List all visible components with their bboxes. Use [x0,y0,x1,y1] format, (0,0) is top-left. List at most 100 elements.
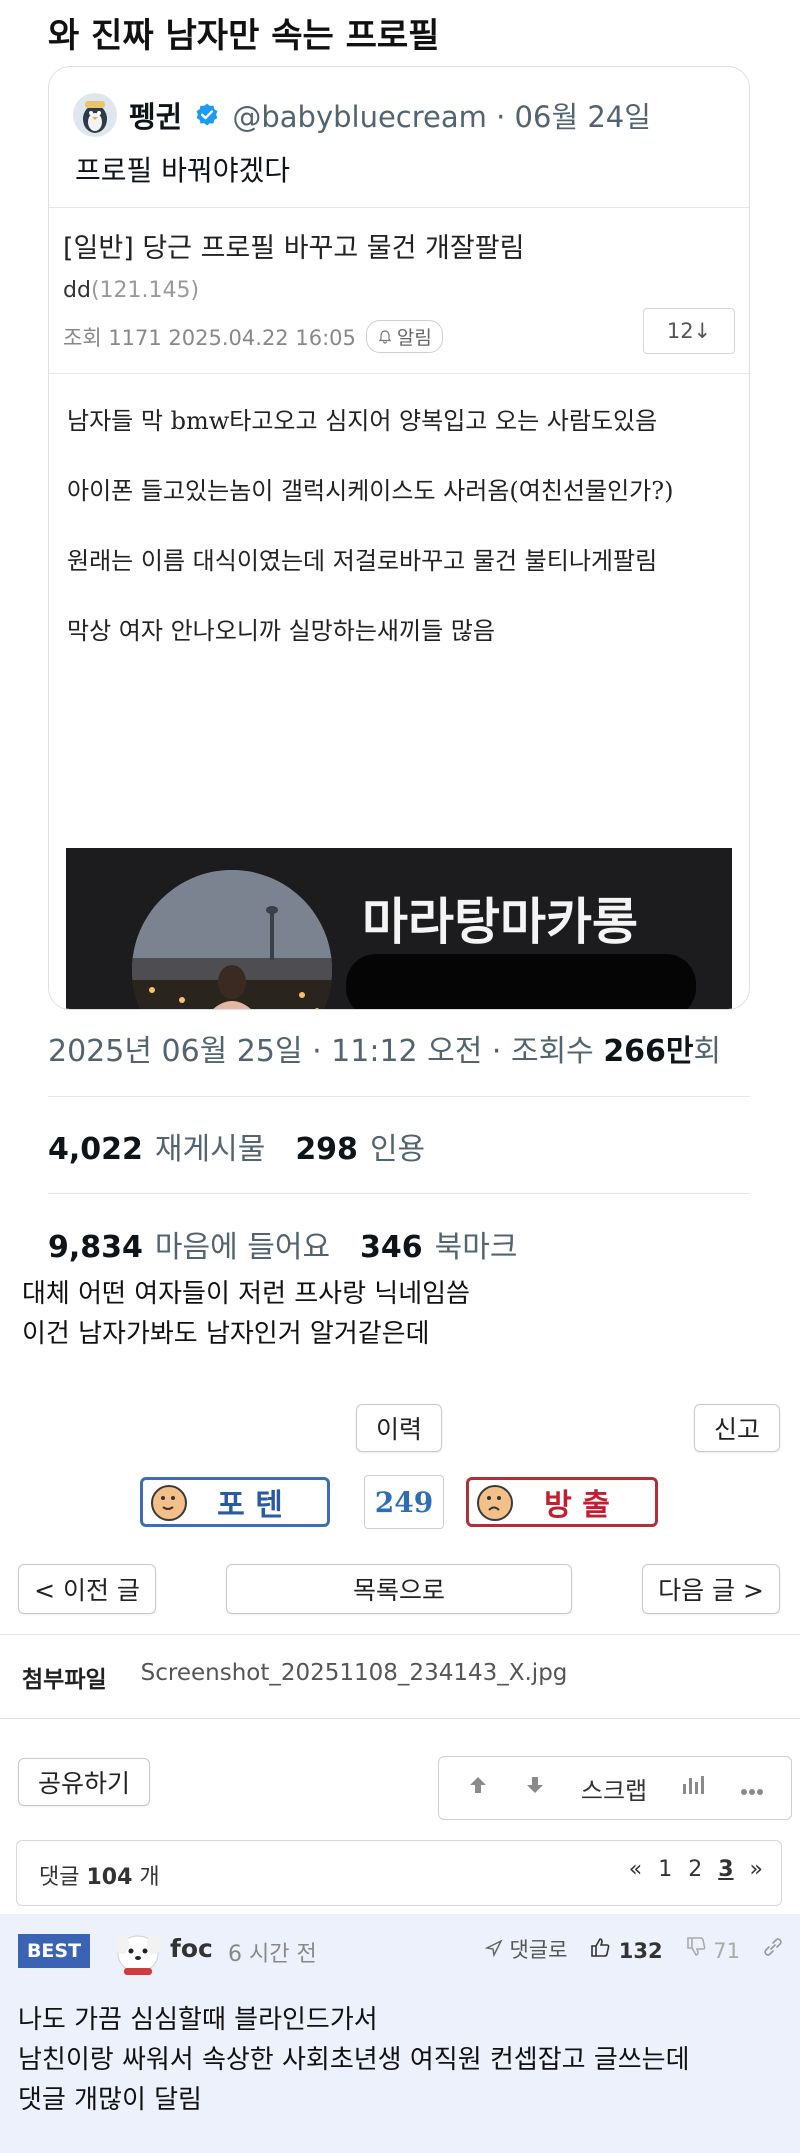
likes-count: 9,834 [48,1230,143,1265]
dog-avatar-icon[interactable] [110,1924,166,1980]
divider [0,1718,800,1719]
comment-count-box: 12↓ [643,308,735,354]
link-button[interactable] [762,1936,784,1963]
comment-count-suffix: 개 [132,1865,160,1890]
vote-down-button[interactable]: 방 출 [466,1477,658,1527]
arrow-down-icon[interactable] [523,1773,547,1804]
views-suffix: 회 [693,1034,722,1069]
bell-icon [378,329,391,344]
comment-author[interactable]: foc [170,1934,213,1963]
comment-time: 6 시간 전 [228,1942,317,1967]
profile-photo [132,870,332,1009]
comment-line: 남친이랑 싸워서 속상한 사회초년생 여직원 컨셉잡고 글쓰는데 [18,2045,690,2075]
history-button[interactable]: 이력 [356,1404,442,1452]
like-stats[interactable]: 9,834 마음에 들어요 346 북마크 [48,1222,517,1266]
thumbs-up-icon [151,1485,187,1521]
author-name: dd [63,278,91,303]
timestamp-text: 2025년 06월 25일 · 11:12 오전 · 조회수 [48,1034,604,1069]
bookmarks-stat[interactable]: 346 북마크 [360,1222,517,1266]
redacted-blur [346,954,696,1009]
penguin-avatar-icon [73,93,117,137]
comment-downvote[interactable]: 71 [685,1936,740,1963]
body-line: 원래는 이름 대식이였는데 저걸로바꾸고 물건 불티나게팔림 [67,547,658,575]
comment-count-number: 104 [86,1865,133,1890]
reply-label: 댓글로 [509,1938,568,1962]
repost-stats[interactable]: 4,022 재게시물 298 인용 [48,1124,425,1168]
post-title: 와 진짜 남자만 속는 프로필 [48,16,440,56]
share-button[interactable]: 공유하기 [18,1758,150,1806]
vote-up-button[interactable]: 포 텐 [140,1477,330,1527]
board-post-title: [일반] 당근 프로필 바꾸고 물건 개잘팔림 [63,233,525,264]
report-button[interactable]: 신고 [694,1404,780,1452]
reposts-count: 4,022 [48,1132,143,1167]
views-date: 조회 1171 2025.04.22 16:05 [63,325,356,350]
divider [0,1634,800,1635]
vote-down-label: 방 출 [544,1488,610,1523]
caption-line: 대체 어떤 여자들이 저런 프사랑 닉네임씀 [22,1279,470,1309]
downvote-count: 71 [713,1938,740,1963]
reposts-label: 재게시물 [154,1132,266,1167]
embedded-tweet-card[interactable]: 펭귄 @babybluecream · 06월 24일 프로필 바꿔야겠다 [일… [48,66,750,1010]
reply-button[interactable]: 댓글로 [484,1934,568,1964]
nickname-text: 마라탕마카롱 [362,893,638,951]
tweet-handle-date[interactable]: @babybluecream · 06월 24일 [232,94,651,136]
views-count: 266만 [603,1034,694,1069]
likes-label: 마음에 들어요 [154,1230,331,1265]
back-to-list-button[interactable]: 목록으로 [226,1564,572,1614]
tweet-timestamp: 2025년 06월 25일 · 11:12 오전 · 조회수 266만회 [48,1026,721,1070]
comments-header: 댓글 104 개 « 1 2 3 » [16,1840,782,1906]
verified-badge-icon [196,103,218,126]
page-1[interactable]: 1 [658,1857,672,1882]
bar-chart-icon[interactable] [681,1773,707,1803]
upvote-count: 132 [618,1938,663,1963]
tweet-author-name[interactable]: 펭귄 [129,94,182,136]
prev-post-button[interactable]: < 이전 글 [18,1564,156,1614]
tweet-author-avatar[interactable] [73,93,117,137]
quotes-label: 인용 [369,1132,426,1167]
tweet-header: 펭귄 @babybluecream · 06월 24일 [73,91,651,139]
link-icon [764,1937,782,1956]
reposts-stat[interactable]: 4,022 재게시물 [48,1124,265,1168]
best-comment: BEST foc 6 시간 전 댓글로 132 71 나도 가끔 심심할때 블라… [0,1914,800,2153]
attachment-link[interactable]: Screenshot_20251108_234143_X.jpg [141,1660,568,1694]
comment-upvote[interactable]: 132 [589,1936,663,1963]
best-badge: BEST [18,1934,90,1968]
nickname-profile-image: 마라탕마카롱 [66,848,732,1009]
page-last[interactable]: » [750,1857,763,1882]
more-icon[interactable] [740,1773,764,1803]
thumb-down-outline-icon [686,1936,705,1956]
vote-count: 249 [364,1475,444,1529]
quotes-count: 298 [295,1132,358,1167]
author-ip: (121.145) [90,278,200,303]
comment-pagination: « 1 2 3 » [629,1857,763,1882]
next-post-button[interactable]: 다음 글 > [642,1564,780,1614]
divider [48,1096,750,1097]
quotes-stat[interactable]: 298 인용 [295,1124,425,1168]
page-3-current[interactable]: 3 [718,1857,733,1882]
vote-up-label: 포 텐 [217,1488,283,1523]
comment-line: 댓글 개많이 달림 [18,2085,202,2115]
post-tools: 스크랩 [438,1756,792,1820]
divider [48,1193,750,1194]
thumbs-down-icon [477,1485,513,1521]
body-line: 막상 여자 안나오니까 실망하는새끼들 많음 [67,617,495,645]
divider [49,373,749,374]
tweet-text: 프로필 바꿔야겠다 [75,154,290,187]
attachment-label: 첨부파일 [22,1667,107,1693]
likes-stat[interactable]: 9,834 마음에 들어요 [48,1222,330,1266]
body-line: 아이폰 들고있는놈이 갤럭시케이스도 사러옴(여친선물인가?) [67,477,674,505]
comment-line: 나도 가끔 심심할때 블라인드가서 [18,2005,378,2035]
body-line: 남자들 막 bmw타고오고 심지어 양복입고 오는 사람도있음 [67,407,658,435]
board-post-body: 남자들 막 bmw타고오고 심지어 양복입고 오는 사람도있음 아이폰 들고있는… [67,386,727,666]
caption-line: 이건 남자가봐도 남자인거 알거같은데 [22,1319,430,1349]
page-2[interactable]: 2 [688,1857,702,1882]
alarm-pill: 알림 [365,320,443,353]
bookmarks-count: 346 [360,1230,423,1265]
attached-screenshot[interactable]: [일반] 당근 프로필 바꾸고 물건 개잘팔림 dd(121.145) 조회 1… [49,207,749,1009]
page-first[interactable]: « [629,1857,642,1882]
bookmarks-label: 북마크 [434,1230,518,1265]
arrow-up-icon[interactable] [466,1773,490,1804]
scrap-button[interactable]: 스크랩 [581,1771,647,1806]
board-post-author: dd(121.145) [63,278,199,303]
board-post-meta: 조회 1171 2025.04.22 16:05 알림 [63,320,443,353]
